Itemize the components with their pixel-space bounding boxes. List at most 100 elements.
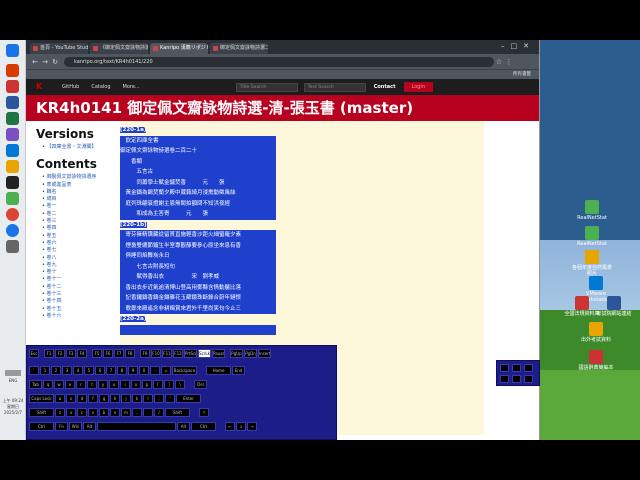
keyboard-key[interactable]: m xyxy=(121,408,131,417)
page-marker[interactable]: [220-1a] xyxy=(120,125,276,136)
keyboard-key[interactable]: ↓ xyxy=(236,422,246,431)
word-icon[interactable] xyxy=(6,96,19,109)
nav-catalog[interactable]: Catalog xyxy=(91,84,110,90)
keyboard-key[interactable]: F8 xyxy=(125,349,135,358)
keyboard-key[interactable]: = xyxy=(161,366,171,375)
start-icon[interactable] xyxy=(6,44,19,57)
keyboard-key[interactable]: F4 xyxy=(77,349,87,358)
browser-tab[interactable]: 《御定佩文齋詠物詩選》清玉... xyxy=(90,43,148,54)
keyboard-key[interactable]: ] xyxy=(164,380,174,389)
contents-link[interactable]: 表或進呈表 xyxy=(36,182,116,189)
mini-keyboard-widget[interactable] xyxy=(496,360,540,386)
keyboard-key[interactable]: ` xyxy=(29,366,39,375)
keyboard-key[interactable]: j xyxy=(121,394,131,403)
keyboard-key[interactable]: Pause xyxy=(212,349,225,358)
keyboard-key[interactable]: Ctrl xyxy=(191,422,216,431)
keyboard-key[interactable]: Alt xyxy=(177,422,190,431)
keyboard-key[interactable]: d xyxy=(77,394,87,403)
keyboard-key[interactable]: p xyxy=(142,380,152,389)
star-icon[interactable]: ☆ xyxy=(494,58,504,66)
chrome-icon[interactable] xyxy=(6,208,19,221)
keyboard-key[interactable]: 0 xyxy=(139,366,149,375)
keyboard-key[interactable]: Enter xyxy=(176,394,201,403)
keyboard-key[interactable]: F3 xyxy=(66,349,76,358)
keyboard-key[interactable]: z xyxy=(55,408,65,417)
keyboard-key[interactable]: Tab xyxy=(29,380,42,389)
keyboard-key[interactable]: n xyxy=(110,408,120,417)
desktop-shortcut[interactable]: 出外考試資料 xyxy=(574,322,618,343)
browser-tab[interactable]: 首頁 - YouTube Studio xyxy=(30,43,88,54)
keyboard-key[interactable]: End xyxy=(232,366,245,375)
keyboard-key[interactable]: Home xyxy=(206,366,231,375)
keyboard-key[interactable]: ; xyxy=(154,394,164,403)
keyboard-key[interactable]: b xyxy=(99,408,109,417)
back-icon[interactable]: ← xyxy=(30,58,40,66)
keyboard-key[interactable]: - xyxy=(150,366,160,375)
keyboard-key[interactable]: 5 xyxy=(84,366,94,375)
reload-icon[interactable]: ↻ xyxy=(50,58,60,66)
keyboard-key[interactable]: Win xyxy=(69,422,82,431)
keyboard-key[interactable]: 9 xyxy=(128,366,138,375)
keyboard-key[interactable] xyxy=(97,422,176,431)
window-controls[interactable]: –□✕ xyxy=(501,42,535,50)
edge-icon[interactable] xyxy=(6,144,19,157)
desktop-shortcut[interactable]: 國語辭典簡編本 xyxy=(574,350,618,371)
office-icon[interactable] xyxy=(6,64,19,77)
page-marker[interactable]: [220-1b] xyxy=(120,220,276,231)
contents-link[interactable]: 卷十一 xyxy=(36,276,116,283)
keyboard-key[interactable]: F7 xyxy=(114,349,124,358)
browser-tab[interactable]: 御定佩文齋詠物詩選二百十... xyxy=(210,43,268,54)
keyboard-key[interactable]: f xyxy=(88,394,98,403)
terminal-icon[interactable] xyxy=(6,176,19,189)
keyboard-key[interactable]: Alt xyxy=(83,422,96,431)
contents-link[interactable]: 御製佩文齋詠物詩選序 xyxy=(36,174,116,181)
keyboard-key[interactable]: / xyxy=(154,408,164,417)
nav-github[interactable]: GitHub xyxy=(62,84,79,90)
widget-key[interactable] xyxy=(512,375,521,383)
keyboard-key[interactable]: e xyxy=(65,380,75,389)
keyboard-key[interactable]: ← xyxy=(225,422,235,431)
keyboard-key[interactable]: Ctrl xyxy=(29,422,54,431)
keyboard-key[interactable]: PgUp xyxy=(230,349,243,358)
contents-link[interactable]: 卷一 xyxy=(36,203,116,210)
keyboard-key[interactable]: c xyxy=(77,408,87,417)
keyboard-key[interactable]: Insert xyxy=(258,349,271,358)
contents-link[interactable]: 卷十六 xyxy=(36,313,116,320)
contents-link[interactable]: 卷二 xyxy=(36,211,116,218)
keyboard-key[interactable]: 3 xyxy=(62,366,72,375)
keyboard-key[interactable]: F1 xyxy=(44,349,54,358)
browser-icon[interactable] xyxy=(6,224,19,237)
nav-more[interactable]: More... xyxy=(123,84,140,90)
keyboard-key[interactable]: w xyxy=(54,380,64,389)
url-input[interactable]: kanripo.org/text/KR4h0141/220 xyxy=(64,56,494,67)
keyboard-key[interactable]: \ xyxy=(175,380,185,389)
menu-icon[interactable]: ⋮ xyxy=(504,58,514,66)
keyboard-key[interactable]: PrtScn xyxy=(184,349,197,358)
keyboard-key[interactable]: ↑ xyxy=(199,408,209,417)
widget-key[interactable] xyxy=(500,364,509,372)
keyboard-key[interactable]: F10 xyxy=(151,349,161,358)
text-search-input[interactable]: Text Search xyxy=(303,82,366,92)
keyboard-key[interactable]: F12 xyxy=(173,349,183,358)
page-marker[interactable]: [220-2a] xyxy=(120,314,276,325)
widget-key[interactable] xyxy=(500,375,509,383)
keyboard-key[interactable]: r xyxy=(76,380,86,389)
keyboard-key[interactable]: F2 xyxy=(55,349,65,358)
desktop-shortcut[interactable]: RealNetStat xyxy=(570,200,614,221)
keyboard-key[interactable]: v xyxy=(88,408,98,417)
widget-key[interactable] xyxy=(524,364,533,372)
keyboard-key[interactable]: ScrLk xyxy=(198,349,211,358)
keyboard-key[interactable]: Esc xyxy=(29,349,39,358)
login-button[interactable]: Login xyxy=(403,82,433,92)
keyboard-key[interactable]: Shift xyxy=(29,408,54,417)
keyboard-key[interactable]: 2 xyxy=(51,366,61,375)
contents-link[interactable]: 卷七 xyxy=(36,247,116,254)
keyboard-key[interactable]: h xyxy=(110,394,120,403)
excel-icon[interactable] xyxy=(6,112,19,125)
desktop-shortcut[interactable]: 各個年度自然風景照片 xyxy=(570,250,614,277)
keyboard-key[interactable]: k xyxy=(132,394,142,403)
page-marker-label[interactable]: [220-1a] xyxy=(120,127,147,133)
keyboard-key[interactable]: PgDn xyxy=(244,349,257,358)
keyboard-key[interactable]: Del xyxy=(194,380,207,389)
keyboard-key[interactable]: F11 xyxy=(162,349,172,358)
